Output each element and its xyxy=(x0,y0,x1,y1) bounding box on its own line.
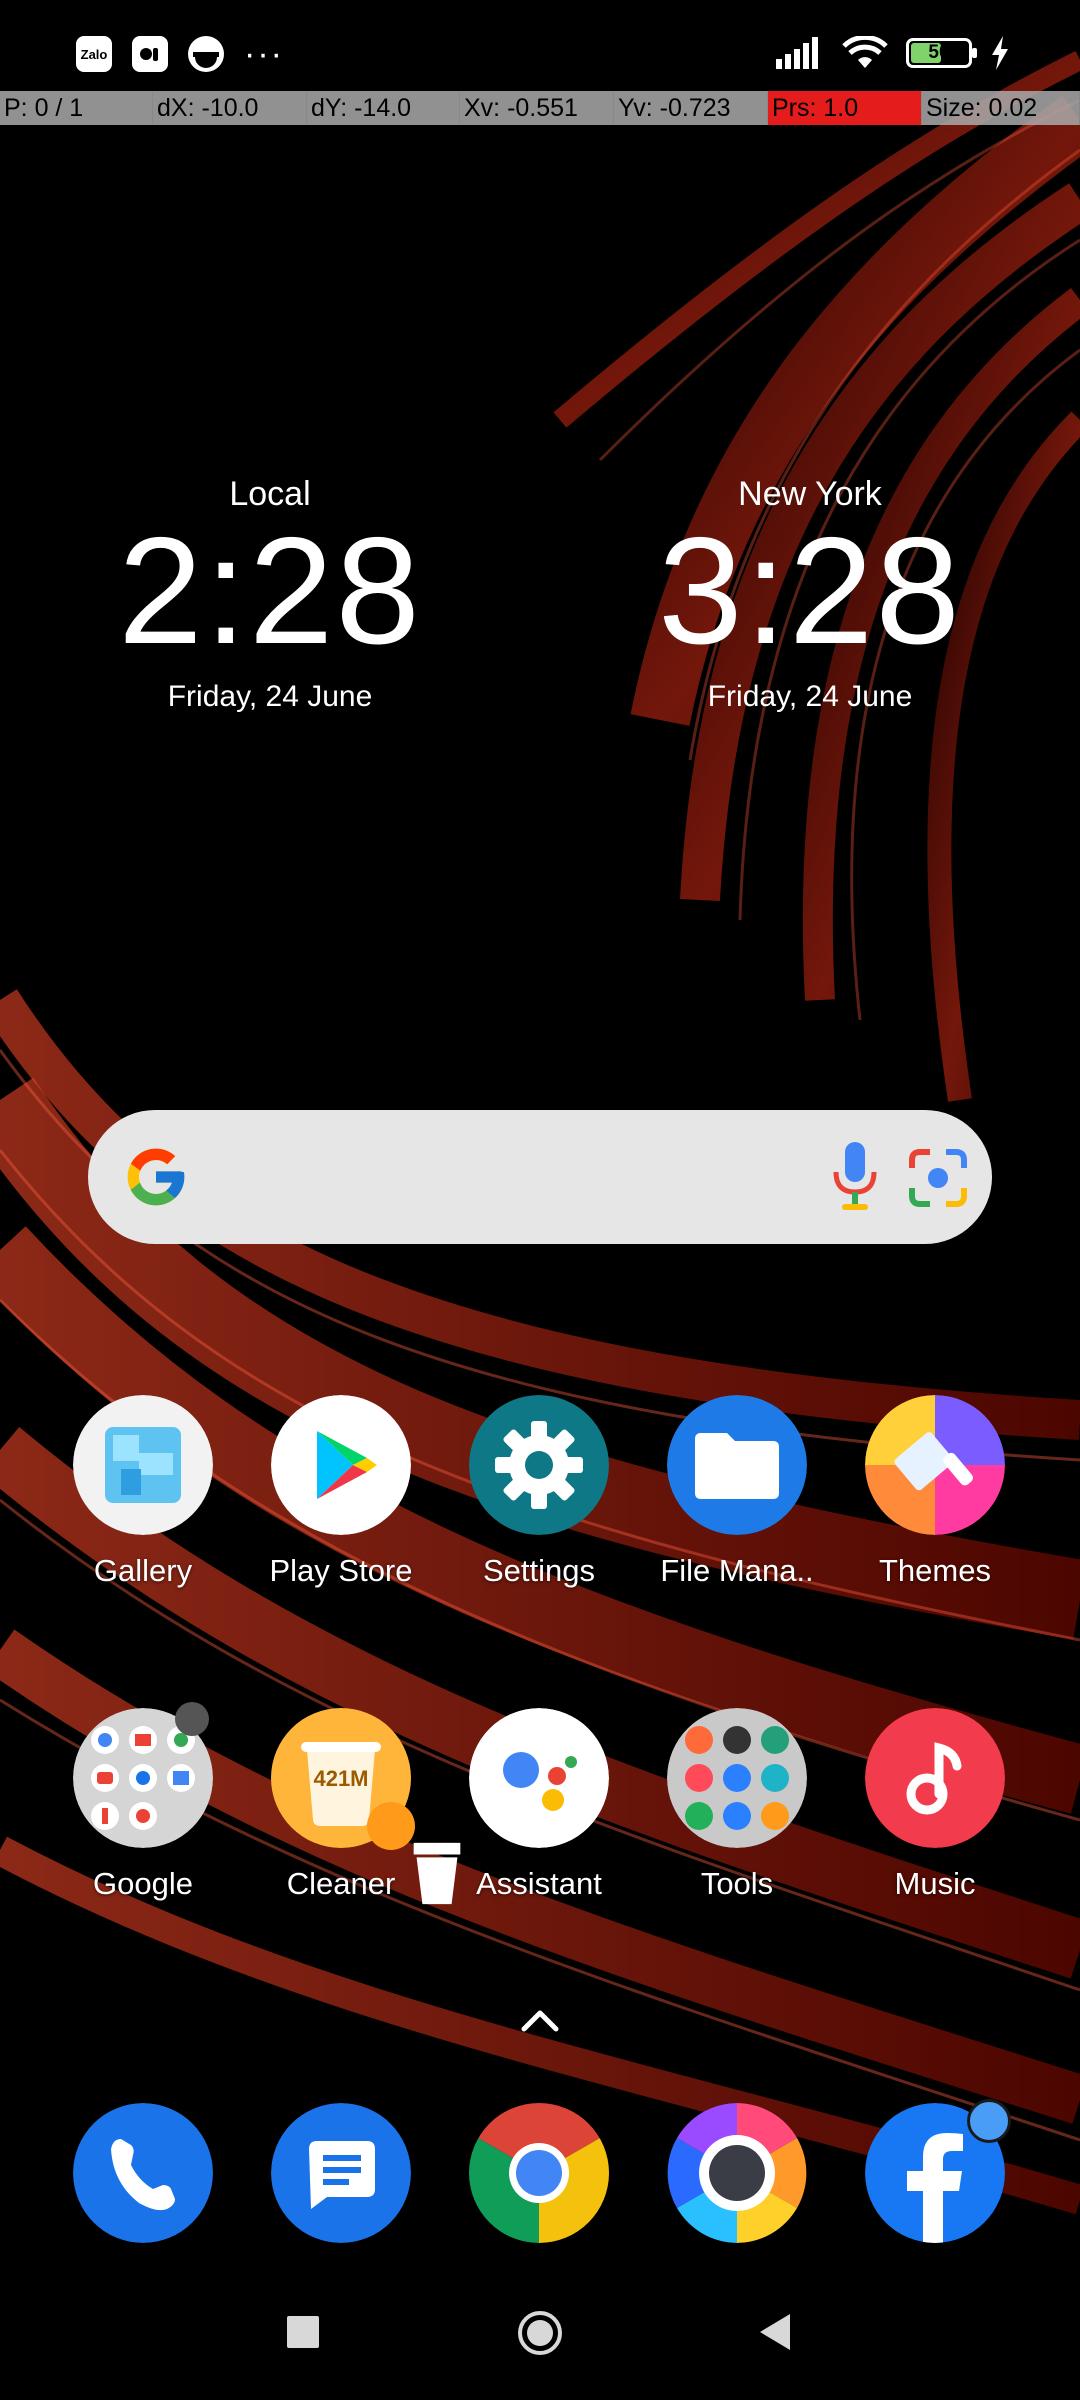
app-label: Themes xyxy=(879,1553,991,1588)
home-button[interactable] xyxy=(517,2310,563,2356)
recents-button[interactable] xyxy=(287,2316,319,2348)
app-label: Play Store xyxy=(269,1553,413,1588)
clock-date: Friday, 24 June xyxy=(707,680,913,713)
app-themes[interactable]: Themes xyxy=(845,1395,1025,1589)
app-play-store[interactable]: Play Store xyxy=(251,1395,431,1589)
clock-widget-local[interactable]: Local 2:28 Friday, 24 June xyxy=(60,475,480,714)
more-dots-icon: ··· xyxy=(244,35,284,73)
clock-widget-new-york[interactable]: New York 3:28 Friday, 24 June xyxy=(600,475,1020,714)
velocity-x: Xv: -0.551 xyxy=(460,91,614,125)
app-assistant[interactable]: Assistant xyxy=(449,1708,629,1902)
app-label: Assistant xyxy=(476,1866,602,1901)
trash-icon xyxy=(367,1802,461,1905)
assistant-icon xyxy=(469,1708,609,1848)
navigation-bar xyxy=(0,2290,1080,2380)
app-cleaner[interactable]: 421M Cleaner xyxy=(251,1708,461,1905)
themes-icon xyxy=(865,1395,1005,1535)
charging-icon xyxy=(992,36,1008,70)
battery-level: 50 xyxy=(928,42,950,63)
dock-chrome[interactable] xyxy=(449,2103,629,2243)
app-gallery[interactable]: Gallery xyxy=(53,1395,233,1589)
delta-x: dX: -10.0 xyxy=(153,91,307,125)
signal-icon xyxy=(776,37,818,69)
app-file-manager[interactable]: File Mana.. xyxy=(647,1395,827,1589)
tools-folder-icon xyxy=(667,1708,807,1848)
music-icon xyxy=(865,1708,1005,1848)
app-music[interactable]: Music xyxy=(845,1708,1025,1902)
app-settings[interactable]: Settings xyxy=(449,1395,629,1589)
app-label: Tools xyxy=(700,1866,774,1901)
lens-icon[interactable] xyxy=(908,1148,968,1208)
pressure: Prs: 1.0 xyxy=(768,91,922,125)
chrome-icon xyxy=(469,2103,609,2243)
settings-icon xyxy=(469,1395,609,1535)
cleaner-icon: 421M xyxy=(271,1708,461,1905)
status-bar: Zalo ··· 50 xyxy=(0,0,1080,90)
dock-camera[interactable] xyxy=(647,2103,827,2243)
messenger-icon xyxy=(132,36,168,72)
gallery-icon xyxy=(73,1395,213,1535)
app-label: File Mana.. xyxy=(660,1553,814,1588)
dock-messages[interactable] xyxy=(251,2103,431,2243)
app-label: Google xyxy=(93,1866,193,1901)
messages-icon xyxy=(271,2103,411,2243)
dock-facebook[interactable] xyxy=(845,2099,1025,2243)
clock-time: 3:28 xyxy=(658,506,962,676)
notification-badge xyxy=(175,1702,209,1736)
battery-icon: 50 xyxy=(906,38,977,68)
folder-tools[interactable]: Tools xyxy=(647,1708,827,1902)
camera-icon xyxy=(667,2103,807,2243)
touch-size: Size: 0.02 xyxy=(922,91,1080,125)
circle-icon xyxy=(188,36,224,72)
google-search-bar[interactable] xyxy=(88,1110,992,1244)
app-label: Gallery xyxy=(93,1553,193,1588)
folder-icon xyxy=(667,1395,807,1535)
wifi-icon xyxy=(842,36,888,68)
dock-phone[interactable] xyxy=(53,2103,233,2243)
zalo-icon: Zalo xyxy=(76,36,112,72)
microphone-icon[interactable] xyxy=(828,1140,882,1214)
google-g-icon xyxy=(127,1148,185,1206)
pointer-count: P: 0 / 1 xyxy=(0,91,153,125)
notification-badge xyxy=(967,2099,1011,2143)
cleaner-size-text: 421M xyxy=(313,1766,369,1791)
phone-icon xyxy=(73,2103,213,2243)
velocity-y: Yv: -0.723 xyxy=(614,91,768,125)
clock-time: 2:28 xyxy=(118,506,422,676)
folder-google[interactable]: Google xyxy=(53,1702,233,1902)
app-label: Music xyxy=(894,1866,976,1901)
app-label: Settings xyxy=(482,1553,595,1588)
app-drawer-chevron-icon[interactable] xyxy=(518,2005,562,2035)
delta-y: dY: -14.0 xyxy=(307,91,460,125)
pointer-location-bar: P: 0 / 1 dX: -10.0 dY: -14.0 Xv: -0.551 … xyxy=(0,91,1080,125)
play-store-icon xyxy=(271,1395,411,1535)
clock-date: Friday, 24 June xyxy=(167,680,373,713)
back-button[interactable] xyxy=(758,2312,792,2352)
